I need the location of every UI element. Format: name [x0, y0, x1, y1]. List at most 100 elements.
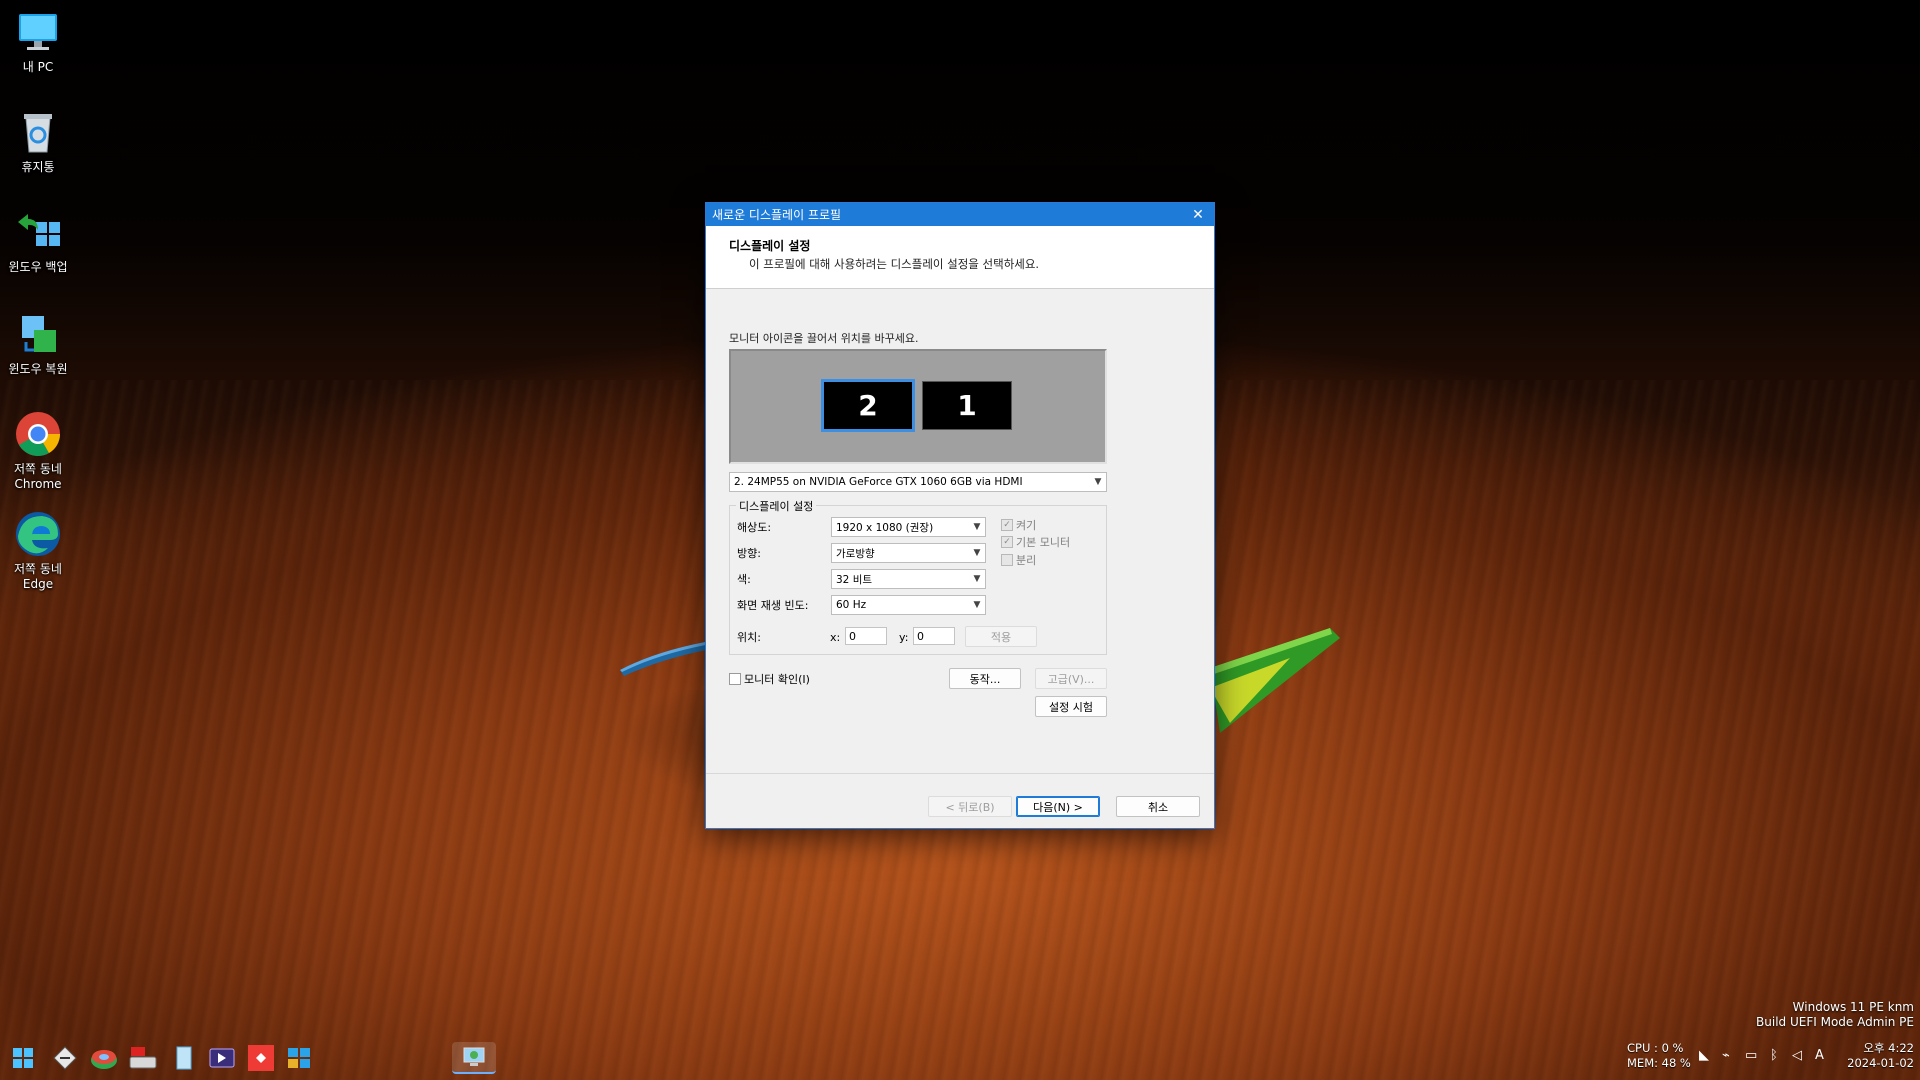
- position-x-input[interactable]: 0: [845, 627, 887, 645]
- display-profile-dialog: 새로운 디스플레이 프로필 ✕ 디스플레이 설정 이 프로필에 대해 사용하려는…: [705, 202, 1215, 829]
- monitor-1-tile[interactable]: 1: [922, 381, 1012, 430]
- display-tray-icon[interactable]: ▭: [1745, 1048, 1757, 1063]
- monitor-select-dropdown[interactable]: 2. 24MP55 on NVIDIA GeForce GTX 1060 6GB…: [729, 472, 1107, 492]
- resolution-label: 해상도:: [737, 521, 772, 534]
- tools-icon: [53, 1046, 77, 1070]
- desktop-icon-label: 내 PC: [22, 60, 54, 74]
- taskbar-app-anydesk[interactable]: [244, 1042, 278, 1074]
- orientation-label: 방향:: [737, 547, 761, 560]
- header-subtitle: 이 프로필에 대해 사용하려는 디스플레이 설정을 선택하세요.: [749, 257, 1040, 271]
- document-icon: [176, 1046, 192, 1070]
- monitor-pc-icon: [19, 14, 57, 50]
- taskbar-app-document[interactable]: [167, 1042, 201, 1074]
- identify-monitor-row[interactable]: 모니터 확인(I): [729, 671, 810, 687]
- desktop-icon-my-pc[interactable]: 내 PC: [0, 8, 76, 75]
- taskbar: CPU : 0 % MEM: 48 % 오후 4:22 2024-01-02: [0, 1037, 1920, 1080]
- clock-time[interactable]: 오후 4:22: [1838, 1041, 1914, 1056]
- activity-icon[interactable]: ⌁: [1722, 1048, 1730, 1063]
- color-value: 32 비트: [836, 573, 873, 586]
- on-checkbox-row[interactable]: ✓ 켜기: [1001, 517, 1036, 533]
- clock-date[interactable]: 2024-01-02: [1838, 1056, 1914, 1071]
- next-button[interactable]: 다음(N) >: [1016, 796, 1100, 817]
- drive-icon: [129, 1047, 157, 1069]
- x-label: x:: [830, 631, 841, 644]
- resolution-dropdown[interactable]: 1920 x 1080 (권장) ▼: [831, 517, 986, 537]
- network-graph-icon[interactable]: ◣: [1699, 1048, 1709, 1063]
- disk-utility-icon: [91, 1050, 117, 1069]
- taskbar-app-disk[interactable]: [87, 1042, 121, 1074]
- wallpaper-ribbon-left: [620, 640, 716, 676]
- on-checkbox[interactable]: ✓: [1001, 519, 1013, 531]
- monitor-2-tile[interactable]: 2: [821, 379, 915, 432]
- desktop-icon-windows-backup[interactable]: 윈도우 백업: [0, 208, 76, 275]
- taskbar-app-tiles[interactable]: [282, 1042, 316, 1074]
- group-legend: 디스플레이 설정: [736, 498, 817, 514]
- window-tiles-icon: [288, 1048, 310, 1068]
- taskbar-app-media[interactable]: [205, 1042, 239, 1074]
- monitor-select-value: 2. 24MP55 on NVIDIA GeForce GTX 1060 6GB…: [734, 476, 1023, 488]
- back-button[interactable]: < 뒤로(B): [928, 796, 1012, 817]
- identify-monitor-checkbox[interactable]: [729, 673, 741, 685]
- close-button[interactable]: ✕: [1182, 203, 1214, 226]
- anydesk-icon: [248, 1045, 274, 1071]
- color-label: 색:: [737, 573, 751, 586]
- chevron-down-icon: ▼: [973, 522, 981, 532]
- desktop-icon-chrome[interactable]: 저쪽 동네 Chrome: [0, 410, 76, 492]
- watermark-line-2: Build UEFI Mode Admin PE: [1756, 1015, 1914, 1029]
- drag-hint-text: 모니터 아이콘을 끌어서 위치를 바꾸세요.: [729, 332, 919, 345]
- resolution-value: 1920 x 1080 (권장): [836, 521, 934, 534]
- y-label: y:: [899, 631, 909, 644]
- media-icon: [209, 1048, 235, 1068]
- orientation-value: 가로방향: [836, 547, 875, 560]
- chrome-icon: [16, 412, 60, 456]
- taskbar-app-display-profile[interactable]: [452, 1042, 496, 1074]
- dialog-header: 디스플레이 설정 이 프로필에 대해 사용하려는 디스플레이 설정을 선택하세요…: [706, 226, 1214, 289]
- header-title: 디스플레이 설정: [729, 239, 811, 253]
- chevron-down-icon: ▼: [973, 548, 981, 558]
- chevron-down-icon: ▼: [1094, 477, 1102, 487]
- desktop-icon-edge[interactable]: 저쪽 동네 Edge: [0, 510, 76, 592]
- windows-restore-icon: [22, 316, 56, 352]
- refresh-rate-dropdown[interactable]: 60 Hz ▼: [831, 595, 986, 615]
- chevron-down-icon: ▼: [973, 600, 981, 610]
- dialog-titlebar[interactable]: 새로운 디스플레이 프로필 ✕: [706, 203, 1214, 226]
- start-button[interactable]: [6, 1042, 40, 1074]
- windows-backup-icon: [18, 214, 60, 246]
- edge-icon: [16, 512, 60, 556]
- close-icon: ✕: [1192, 206, 1204, 223]
- position-y-input[interactable]: 0: [913, 627, 955, 645]
- dialog-title: 새로운 디스플레이 프로필: [712, 208, 842, 222]
- cancel-button[interactable]: 취소: [1116, 796, 1200, 817]
- desktop-icon-label: 휴지통: [21, 160, 55, 174]
- bluetooth-icon[interactable]: ᛒ: [1770, 1048, 1778, 1063]
- primary-monitor-checkbox[interactable]: ✓: [1001, 536, 1013, 548]
- display-profile-icon: [463, 1047, 485, 1066]
- apply-button[interactable]: 적용: [965, 626, 1037, 647]
- primary-monitor-checkbox-row[interactable]: ✓ 기본 모니터: [1001, 534, 1070, 550]
- refresh-rate-value: 60 Hz: [836, 599, 867, 611]
- ime-indicator[interactable]: A: [1815, 1048, 1824, 1063]
- behavior-button[interactable]: 동작...: [949, 668, 1021, 689]
- desktop-icon-windows-restore[interactable]: 윈도우 복원: [0, 310, 76, 377]
- advanced-button[interactable]: 고급(V)...: [1035, 668, 1107, 689]
- detach-checkbox-row[interactable]: 분리: [1001, 552, 1036, 568]
- position-label: 위치:: [737, 631, 761, 644]
- test-settings-button[interactable]: 설정 시험: [1035, 696, 1107, 717]
- on-checkbox-label: 켜기: [1016, 519, 1037, 532]
- dialog-body: 모니터 아이콘을 끌어서 위치를 바꾸세요. 2 1 2. 24MP55 on …: [706, 289, 1214, 780]
- detach-checkbox[interactable]: [1001, 554, 1013, 566]
- memory-usage: MEM: 48 %: [1627, 1056, 1691, 1070]
- volume-icon[interactable]: ◁: [1792, 1048, 1802, 1063]
- footer-separator: [706, 773, 1214, 774]
- desktop-icon-recycle-bin[interactable]: 휴지통: [0, 108, 76, 175]
- color-depth-dropdown[interactable]: 32 비트 ▼: [831, 569, 986, 589]
- windows-start-icon: [13, 1048, 33, 1068]
- pe-watermark: Windows 11 PE knm Build UEFI Mode Admin …: [1756, 1000, 1914, 1030]
- taskbar-app-drive[interactable]: [126, 1042, 160, 1074]
- wallpaper-ribbon-right: [1210, 628, 1340, 733]
- recycle-bin-icon: [24, 114, 52, 153]
- orientation-dropdown[interactable]: 가로방향 ▼: [831, 543, 986, 563]
- taskbar-app-tools[interactable]: [48, 1042, 82, 1074]
- display-settings-group: 디스플레이 설정 해상도: 1920 x 1080 (권장) ▼ 방향: 가로방…: [729, 498, 1107, 655]
- refresh-rate-label: 화면 재생 빈도:: [737, 599, 809, 612]
